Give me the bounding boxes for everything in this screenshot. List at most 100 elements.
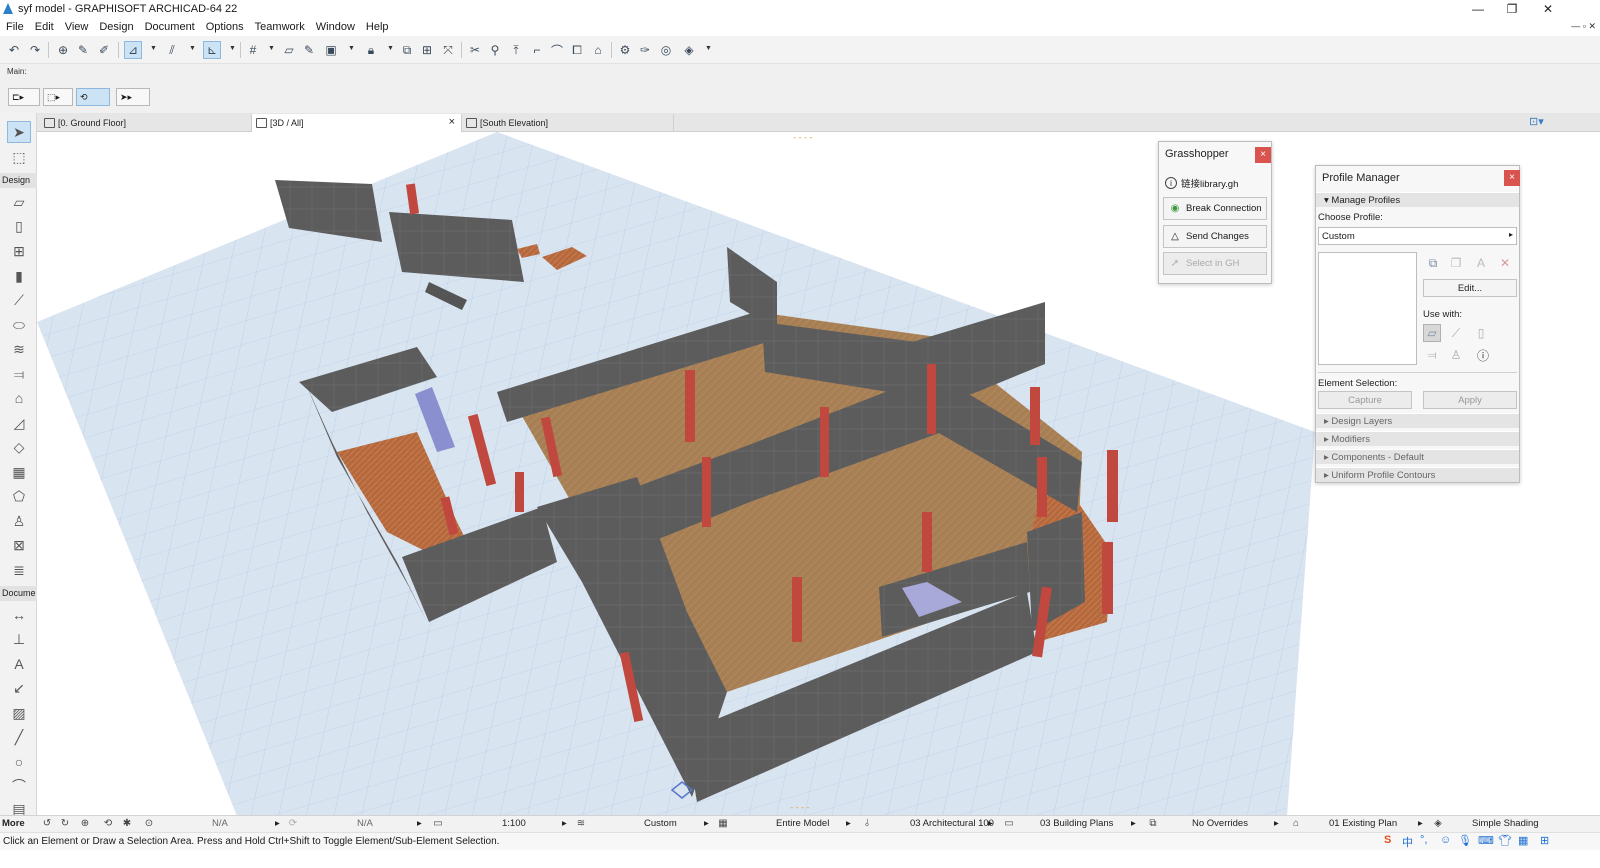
arrow-tool-icon[interactable]: ➤ [7, 121, 31, 143]
arrow-options-button[interactable]: ⊏▸ [8, 88, 40, 106]
shell-tool-icon[interactable]: ◿ [7, 412, 31, 434]
scale-value[interactable]: 1:100 [502, 818, 526, 829]
dimension-value[interactable]: 03 Building Plans [1040, 818, 1113, 829]
skylight-tool-icon[interactable]: ◇ [7, 436, 31, 458]
use-with-info-icon[interactable]: ⓘ [1474, 346, 1492, 364]
level-dimension-tool-icon[interactable]: ⊥ [7, 628, 31, 650]
arrow-tool-button[interactable]: ➤▸ [116, 88, 150, 106]
viewport-bottom-edge-handle[interactable]: ---- [789, 803, 811, 813]
roof-icon[interactable]: ⌂ [589, 41, 607, 59]
guide-line-icon[interactable]: ⊿ [124, 41, 142, 59]
tray-grid-icon[interactable]: ▦ [1518, 834, 1528, 847]
curve-icon[interactable]: ⌒ [548, 41, 566, 59]
mdi-window-controls-icon[interactable]: — ▫ ✕ [1571, 21, 1596, 32]
rotate-orbit-button[interactable]: ⟲ [76, 88, 110, 106]
group-icon[interactable]: ▣ [322, 41, 340, 59]
object-tool-icon[interactable]: ♙ [7, 510, 31, 532]
use-with-wall-icon[interactable]: ▱ [1423, 324, 1441, 342]
break-connection-button[interactable]: ◉ Break Connection [1163, 197, 1267, 220]
curtain-wall-tool-icon[interactable]: ▦ [7, 461, 31, 483]
grid-snap-icon[interactable]: # [244, 41, 262, 59]
roof-tool-icon[interactable]: ⌂ [7, 387, 31, 409]
inject-icon[interactable]: ✐ [95, 41, 113, 59]
magnify-icon[interactable]: ⚲ [486, 41, 504, 59]
shirt-icon[interactable]: 👕︎ [1498, 834, 1512, 847]
rename-profile-icon[interactable]: A [1472, 254, 1490, 272]
fit-window-icon[interactable]: ⊙ [142, 817, 156, 830]
manage-profiles-section[interactable]: ▾ Manage Profiles [1316, 192, 1519, 207]
mesh-tool-icon[interactable]: ≣ [7, 559, 31, 581]
redo-icon[interactable]: ↷ [26, 41, 44, 59]
ime-logo-icon[interactable]: S [1384, 834, 1391, 846]
keyboard-icon[interactable]: ⌨ [1478, 834, 1494, 847]
layer-combo-value[interactable]: 03 Architectural 100 [910, 818, 994, 829]
zoom-icon[interactable]: ⊕ [78, 817, 92, 830]
orbit-icon[interactable]: ⟲ [101, 817, 115, 830]
elevate-icon[interactable]: ⤒ [507, 41, 525, 59]
delete-profile-icon[interactable]: ✕ [1496, 254, 1514, 272]
gravity-icon[interactable]: ⊾ [203, 41, 221, 59]
tab-south-elevation[interactable]: [South Elevation] [462, 114, 674, 132]
use-with-railing-icon[interactable]: ⫤ [1423, 346, 1441, 364]
undo-view-icon[interactable]: ↺ [40, 817, 54, 830]
maximize-icon[interactable]: ❐ [1492, 1, 1532, 17]
send-changes-button[interactable]: △ Send Changes [1163, 225, 1267, 248]
scissors-icon[interactable]: ✂ [466, 41, 484, 59]
menu-teamwork[interactable]: Teamwork [249, 18, 310, 33]
use-with-object-icon[interactable]: ♙ [1447, 346, 1465, 364]
components-section[interactable]: ▸ Components - Default [1316, 449, 1519, 464]
walk-icon[interactable]: ✱ [120, 817, 134, 830]
trace-icon[interactable]: ▱ [280, 41, 298, 59]
morph-tool-icon[interactable]: ⬠ [7, 485, 31, 507]
window-tool-icon[interactable]: ⊞ [7, 240, 31, 262]
slab-tool-icon[interactable]: ⬭ [7, 314, 31, 336]
grasshopper-close-icon[interactable]: × [1255, 147, 1271, 163]
tray-apps-icon[interactable]: ⊞ [1540, 834, 1549, 847]
new-profile-icon[interactable]: ⧉ [1424, 254, 1442, 272]
viewport-top-edge-handle[interactable]: ---- [792, 133, 814, 143]
menu-window[interactable]: Window [310, 18, 360, 33]
menu-options[interactable]: Options [200, 18, 249, 33]
lock-icon[interactable]: 🔒︎ [362, 41, 380, 59]
zoom-value[interactable]: N/A [212, 818, 228, 829]
undo-icon[interactable]: ↶ [5, 41, 23, 59]
more-tools-button[interactable]: More [2, 818, 25, 829]
capture-button[interactable]: Capture [1318, 391, 1412, 409]
pen-icon[interactable]: ✎ [300, 41, 318, 59]
pen-set-value[interactable]: Custom [644, 818, 677, 829]
navigator-icon[interactable]: ⊡▾ [1529, 115, 1544, 128]
menu-design[interactable]: Design [93, 18, 138, 33]
design-layers-section[interactable]: ▸ Design Layers [1316, 413, 1519, 428]
tab-close-icon[interactable]: × [449, 116, 455, 128]
offset-icon[interactable]: ⧠ [568, 41, 586, 59]
menu-document[interactable]: Document [139, 18, 200, 33]
tab-3d-all[interactable]: [3D / All] × [252, 114, 462, 132]
pick-up-icon[interactable]: ⊕ [54, 41, 72, 59]
render-icon[interactable]: ◈ [680, 41, 698, 59]
polyline-tool-icon[interactable]: ⌒ [7, 775, 31, 797]
railing-tool-icon[interactable]: ⫤ [7, 363, 31, 385]
arc-tool-icon[interactable]: ○ [7, 751, 31, 773]
uniform-profile-contours-section[interactable]: ▸ Uniform Profile Contours [1316, 467, 1519, 482]
line-tool-icon[interactable]: ╱ [7, 726, 31, 748]
microphone-icon[interactable]: 🎙︎ [1458, 834, 1472, 847]
floor-view-icon[interactable]: ⊞ [418, 41, 436, 59]
zone-tool-icon[interactable]: ⊠ [7, 534, 31, 556]
label-tool-icon[interactable]: ↙ [7, 677, 31, 699]
edit-profile-button[interactable]: Edit... [1423, 279, 1517, 297]
text-tool-icon[interactable]: A [7, 653, 31, 675]
fit-icon[interactable]: ⤧ [439, 41, 457, 59]
fillet-icon[interactable]: ⌐ [528, 41, 546, 59]
profile-manager-close-icon[interactable]: × [1504, 170, 1520, 186]
snap-guide-icon[interactable]: ⫽ [163, 41, 181, 59]
model-view-value[interactable]: Entire Model [776, 818, 829, 829]
profile-select[interactable]: Custom ▸ [1318, 227, 1517, 245]
fill-tool-icon[interactable]: ▨ [7, 702, 31, 724]
redo-view-icon[interactable]: ↻ [58, 817, 72, 830]
marquee-tool-icon[interactable]: ⬚ [7, 146, 31, 168]
angle-value[interactable]: N/A [357, 818, 373, 829]
stair-tool-icon[interactable]: ≋ [7, 338, 31, 360]
marquee-options-button[interactable]: ⬚▸ [43, 88, 73, 106]
select-in-gh-button[interactable]: ➚ Select in GH [1163, 252, 1267, 275]
menu-edit[interactable]: Edit [29, 18, 59, 33]
